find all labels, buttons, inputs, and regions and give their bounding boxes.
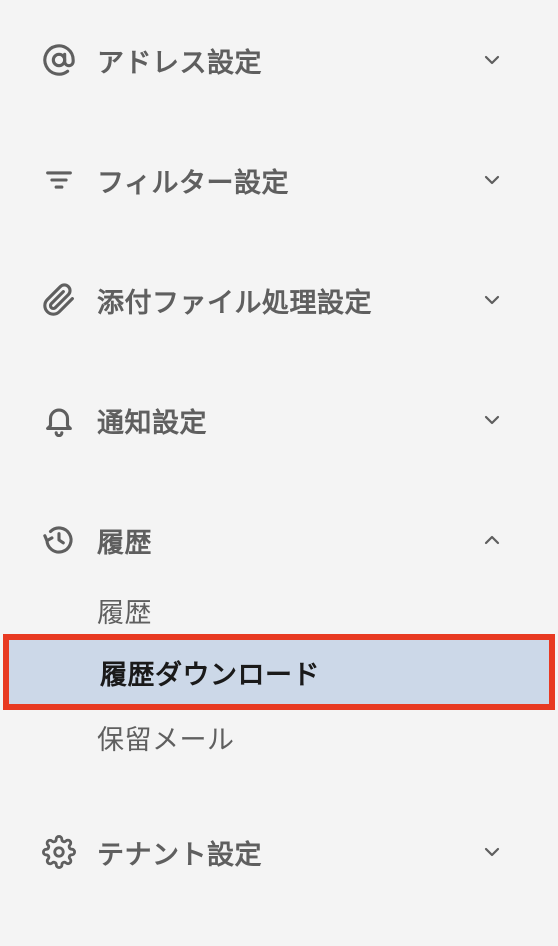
submenu-item-held-mail[interactable]: 保留メール [0, 705, 558, 769]
at-sign-icon [40, 41, 78, 79]
section-label: アドレス設定 [97, 47, 262, 79]
section-tenant-settings[interactable]: テナント設定 [0, 812, 558, 892]
section-address-settings[interactable]: アドレス設定 [0, 20, 558, 100]
chevron-up-icon [478, 526, 506, 554]
filter-icon [40, 161, 78, 199]
section-filter-settings[interactable]: フィルター設定 [0, 140, 558, 220]
chevron-down-icon [478, 406, 506, 434]
section-notification-settings[interactable]: 通知設定 [0, 380, 558, 460]
gear-icon [40, 833, 78, 871]
bell-icon [40, 401, 78, 439]
submenu-item-history[interactable]: 履歴 [0, 578, 558, 642]
section-label: 添付ファイル処理設定 [97, 287, 372, 319]
settings-sidebar: アドレス設定 フィルター設定 添付ファイル処理設定 通知設定 履歴 履歴 履歴ダ… [0, 0, 558, 946]
section-attachment-settings[interactable]: 添付ファイル処理設定 [0, 260, 558, 340]
chevron-down-icon [478, 166, 506, 194]
chevron-down-icon [478, 838, 506, 866]
section-label: 履歴 [97, 527, 152, 559]
submenu-item-label: 保留メール [97, 724, 235, 756]
section-label: テナント設定 [97, 839, 262, 871]
submenu-item-label: 履歴 [97, 597, 152, 629]
section-label: 通知設定 [97, 407, 207, 439]
chevron-down-icon [478, 286, 506, 314]
submenu-item-history-download[interactable]: 履歴ダウンロード [3, 634, 555, 710]
history-icon [40, 521, 78, 559]
chevron-down-icon [478, 46, 506, 74]
paperclip-icon [40, 281, 78, 319]
submenu-item-label: 履歴ダウンロード [100, 659, 320, 691]
section-label: フィルター設定 [97, 167, 289, 199]
section-history[interactable]: 履歴 [0, 500, 558, 580]
